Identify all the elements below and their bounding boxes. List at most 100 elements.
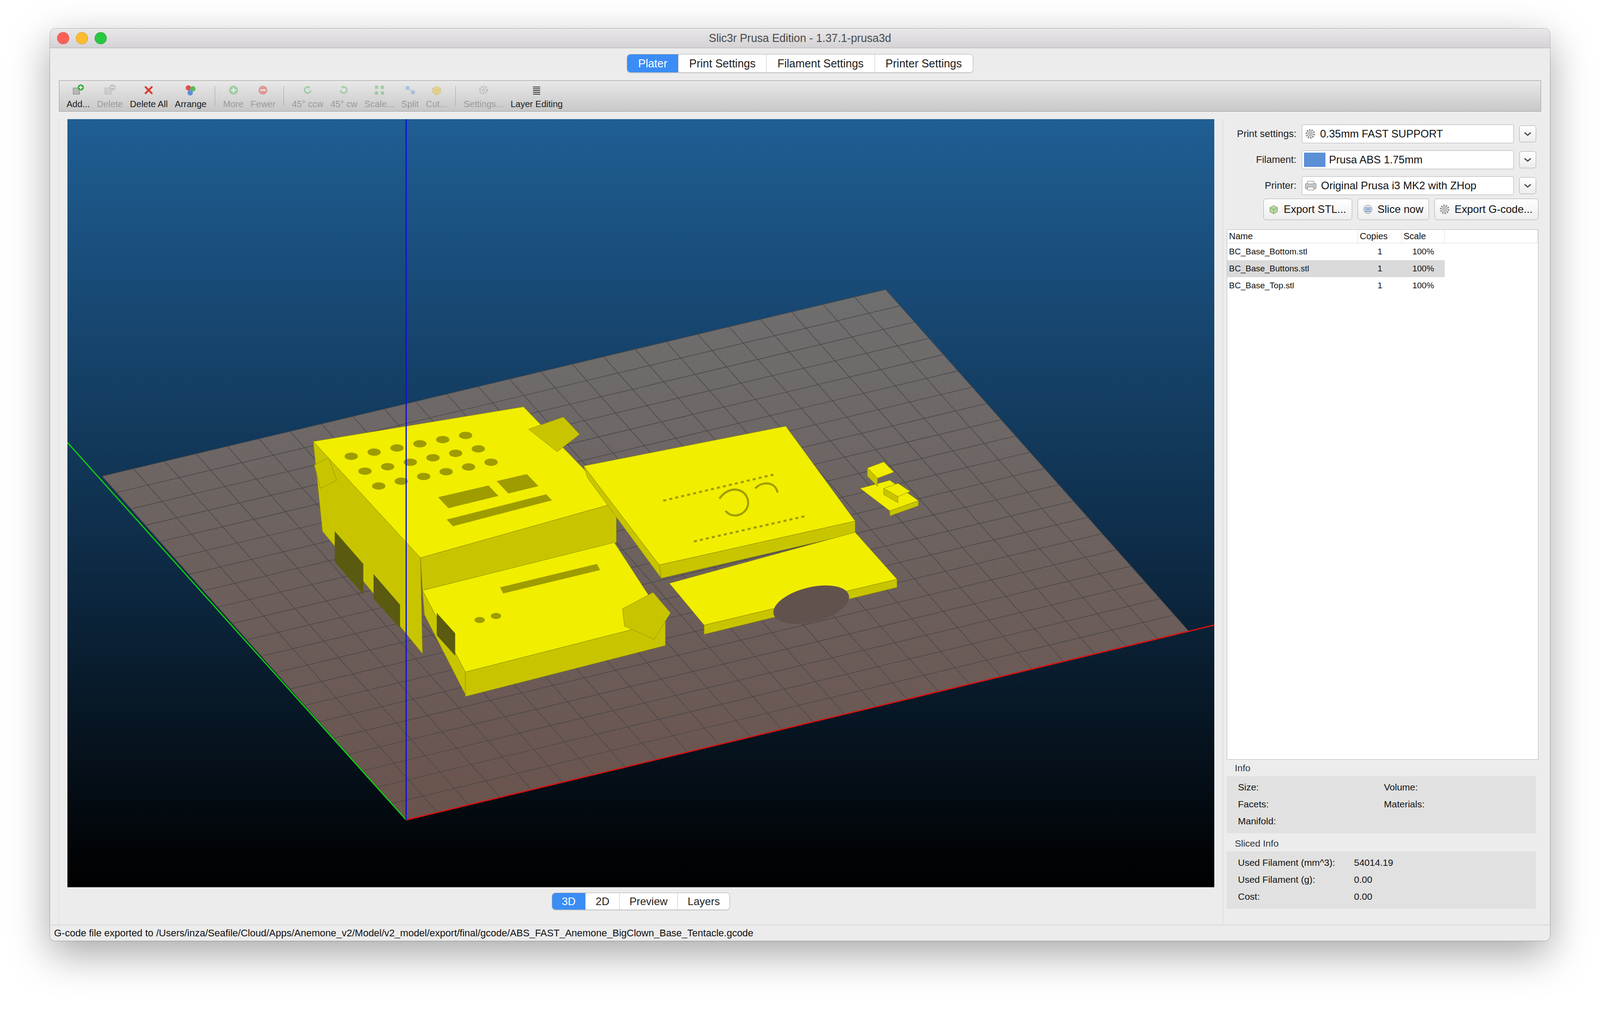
preset-combo[interactable]: Prusa ABS 1.75mm xyxy=(1301,150,1514,170)
row-filler xyxy=(1444,260,1538,278)
action-label: Export G-code... xyxy=(1454,203,1533,216)
toolbar-button[interactable]: Delete xyxy=(93,80,127,112)
model-hole xyxy=(390,444,404,452)
preset-selectors: Print settings:0.35mm FAST SUPPORTFilame… xyxy=(1225,124,1539,196)
preset-dropdown-button[interactable] xyxy=(1519,125,1537,143)
toolbar-label: Delete All xyxy=(129,99,168,110)
side-panel: Print settings:0.35mm FAST SUPPORTFilame… xyxy=(1225,119,1539,925)
column-header[interactable]: Copies xyxy=(1358,229,1402,243)
view-tabs-row: 3D2DPreviewLayers xyxy=(551,892,731,911)
toolbar-button[interactable]: Delete All xyxy=(126,80,172,112)
action-button[interactable]: Export STL... xyxy=(1263,198,1352,221)
toolbar-button[interactable]: Arrange xyxy=(171,80,211,112)
model-hole xyxy=(358,467,372,475)
object-row[interactable]: BC_Base_Bottom.stl1100% xyxy=(1227,243,1538,261)
desktop: Slic3r Prusa Edition - 1.37.1-prusa3dPla… xyxy=(0,0,1600,1014)
model-window xyxy=(436,612,455,656)
toolbar-button[interactable]: Fewer xyxy=(246,80,280,112)
model-bump xyxy=(528,416,580,452)
sliced-info-label: Used Filament (g): xyxy=(1237,874,1355,886)
toolbar-button[interactable]: Layer Editing xyxy=(507,80,567,112)
model-top[interactable] xyxy=(583,426,898,635)
minimize-button[interactable] xyxy=(75,32,88,45)
column-header[interactable]: Scale xyxy=(1401,229,1445,243)
action-button[interactable]: Slice now xyxy=(1357,198,1430,221)
export-gcode-icon xyxy=(1438,203,1451,216)
view-tab[interactable]: Layers xyxy=(677,893,730,910)
model-buttons[interactable] xyxy=(860,462,919,517)
model-hole xyxy=(474,616,485,624)
model-bottom[interactable] xyxy=(313,407,671,697)
toolbar-button[interactable]: Scale... xyxy=(360,80,398,112)
view-tab[interactable]: 3D xyxy=(552,893,586,910)
z-axis xyxy=(405,119,407,821)
sliced-info-value: 0.00 xyxy=(1354,891,1525,903)
toolbar-button[interactable]: Settings... xyxy=(460,80,508,112)
toolbar-icon xyxy=(226,83,241,97)
view-tab[interactable]: Preview xyxy=(619,893,678,910)
model-hole xyxy=(344,452,359,460)
plater: 3D2DPreviewLayers Print settings:0.35mm F… xyxy=(50,119,1550,925)
app-window: Slic3r Prusa Edition - 1.37.1-prusa3dPla… xyxy=(50,28,1550,942)
model-hole xyxy=(372,482,386,490)
preset-dropdown-button[interactable] xyxy=(1519,177,1537,195)
slice-icon xyxy=(1361,203,1375,216)
object-row[interactable]: BC_Base_Top.stl1100% xyxy=(1227,277,1538,295)
toolbar-separator xyxy=(283,86,284,106)
model-face xyxy=(313,407,617,559)
close-button[interactable] xyxy=(57,32,70,45)
toolbar-button[interactable]: 45° cw xyxy=(326,80,361,112)
zoom-button[interactable] xyxy=(94,32,107,45)
sliced-info-value: 54014.19 xyxy=(1354,857,1525,869)
sliced-info-value: 0.00 xyxy=(1354,874,1525,886)
model-hole xyxy=(367,448,381,456)
action-button[interactable]: Export G-code... xyxy=(1434,198,1539,221)
toolbar-button[interactable]: More xyxy=(219,80,248,112)
preset-combo[interactable]: 0.35mm FAST SUPPORT xyxy=(1301,124,1514,144)
model-engraving xyxy=(663,474,776,501)
info-label: Materials: xyxy=(1383,799,1525,810)
toolbar-button[interactable]: Split xyxy=(397,80,423,112)
toolbar-icon xyxy=(403,83,417,97)
model-slot xyxy=(496,474,539,494)
tabs-row: PlaterPrint SettingsFilament SettingsPri… xyxy=(50,48,1550,73)
main-tab[interactable]: Printer Settings xyxy=(874,54,973,73)
main-tab[interactable]: Filament Settings xyxy=(766,54,875,73)
object-row[interactable]: BC_Base_Buttons.stl1100% xyxy=(1227,260,1538,278)
toolbar-icon xyxy=(476,83,491,97)
toolbar-button[interactable]: Add... xyxy=(62,80,94,112)
bed-grid-line xyxy=(885,289,1189,632)
object-scale: 100% xyxy=(1401,260,1445,278)
object-scale: 100% xyxy=(1401,243,1445,261)
toolbar-label: Scale... xyxy=(364,99,395,110)
printer-icon xyxy=(1304,179,1318,192)
column-header[interactable]: Name xyxy=(1227,229,1359,243)
toolbar-label: 45° cw xyxy=(330,99,358,110)
info-label: Size: xyxy=(1237,782,1384,793)
toolbar: Add...DeleteDelete AllArrangeMoreFewer45… xyxy=(58,80,1542,112)
filament-color-swatch xyxy=(1304,152,1326,167)
main-tab[interactable]: Plater xyxy=(627,54,678,73)
model-hole xyxy=(458,431,473,439)
view-tab[interactable]: 2D xyxy=(585,893,620,910)
model-bump xyxy=(314,458,337,489)
toolbar-button[interactable]: Cut... xyxy=(422,80,451,112)
model-slot xyxy=(500,563,600,594)
sliced-info-box: Used Filament (mm^3):54014.19Used Filame… xyxy=(1226,851,1536,909)
toolbar-separator xyxy=(214,86,216,106)
toolbar-label: Split xyxy=(401,99,419,110)
3d-viewport[interactable] xyxy=(67,119,1215,888)
toolbar-button[interactable]: 45° ccw xyxy=(288,80,327,112)
preset-combo[interactable]: Original Prusa i3 MK2 with ZHop xyxy=(1301,176,1514,196)
model-face xyxy=(883,483,910,497)
preset-value: Original Prusa i3 MK2 with ZHop xyxy=(1320,179,1477,192)
object-copies: 1 xyxy=(1358,243,1402,261)
toolbar-icon xyxy=(183,83,198,97)
preset-value: Prusa ABS 1.75mm xyxy=(1329,153,1423,167)
model-hole xyxy=(491,612,502,620)
column-header-filler xyxy=(1444,229,1538,243)
main-tab[interactable]: Print Settings xyxy=(678,54,767,73)
bed-grid-line xyxy=(854,296,1158,639)
info-column: Volume:Materials: xyxy=(1383,779,1525,813)
preset-dropdown-button[interactable] xyxy=(1519,151,1537,169)
